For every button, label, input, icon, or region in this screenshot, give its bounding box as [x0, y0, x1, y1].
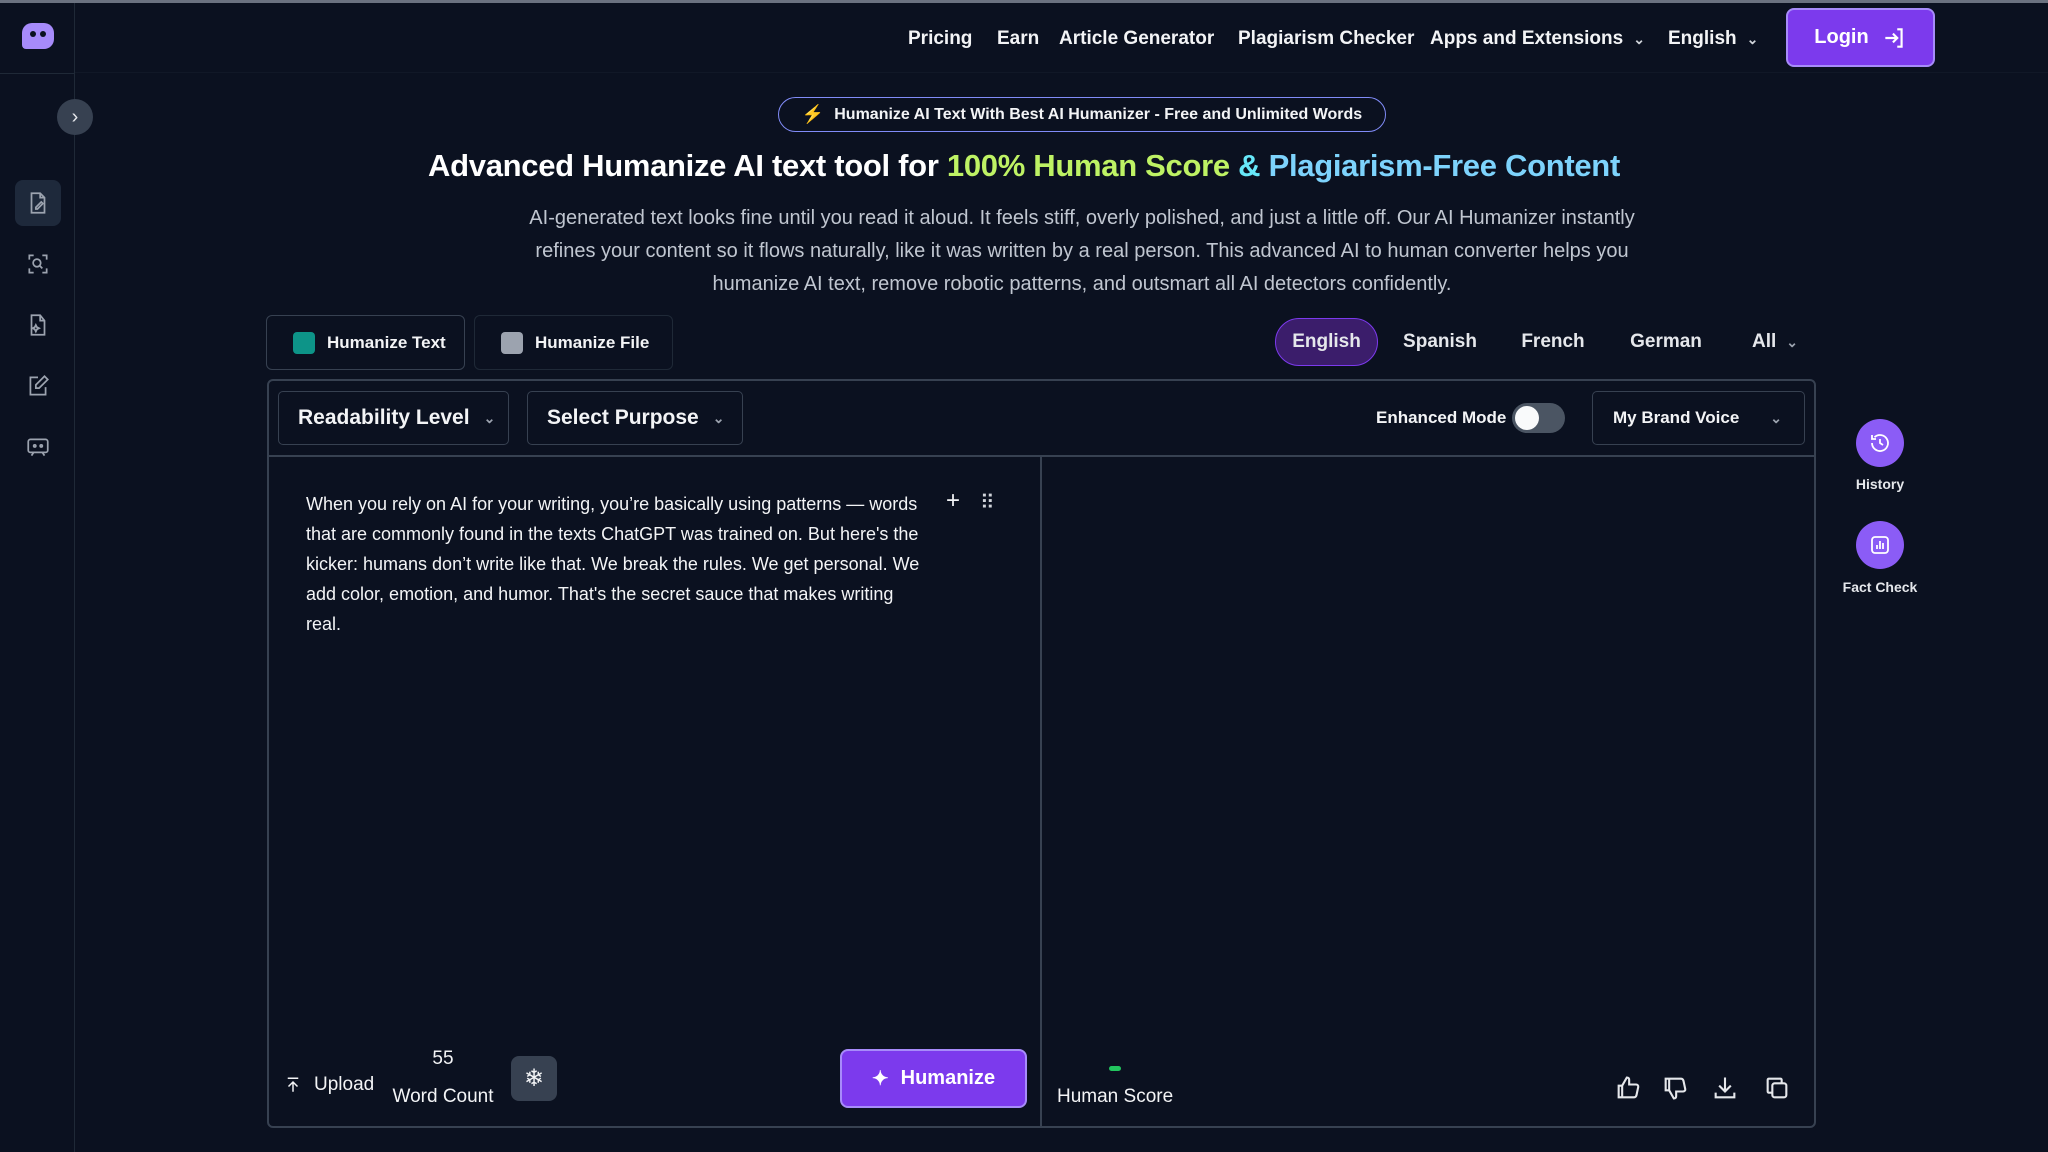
history-label: History	[1855, 476, 1905, 492]
chevron-right-icon: ›	[71, 105, 79, 128]
lang-all-label: All	[1751, 331, 1777, 352]
page-title-highlight-human-score: 100% Human Score	[946, 148, 1230, 183]
promo-pill-text: Humanize AI Text With Best AI Humanizer …	[834, 105, 1363, 123]
tab-humanize-file-label: Humanize File	[535, 332, 650, 352]
editor-split-divider	[1040, 457, 1042, 1126]
lang-german[interactable]: German	[1620, 318, 1712, 366]
history-button[interactable]	[1856, 419, 1904, 467]
copy-icon[interactable]	[1763, 1074, 1791, 1102]
brand-voice-label: My Brand Voice	[1613, 408, 1740, 427]
lang-all-dropdown[interactable]: All ⌄	[1735, 318, 1815, 366]
word-count-label: Word Count	[392, 1086, 494, 1107]
login-button[interactable]: Login	[1786, 8, 1935, 67]
fact-check-button[interactable]	[1856, 521, 1904, 569]
chevron-down-icon: ⌄	[1770, 409, 1782, 426]
history-icon	[1871, 434, 1889, 452]
chevron-down-icon: ⌄	[1746, 31, 1759, 47]
nav-earn[interactable]: Earn	[997, 28, 1039, 50]
upload-icon	[287, 1077, 299, 1092]
lang-spanish[interactable]: Spanish	[1395, 318, 1485, 366]
scan-search-icon[interactable]	[15, 241, 61, 287]
sidebar-expand-button[interactable]: ›	[57, 99, 93, 135]
lightning-icon: ⚡	[801, 104, 825, 124]
top-accent-line	[0, 0, 2048, 3]
page-title-highlight-plagiarism: Plagiarism-Free Content	[1268, 148, 1621, 183]
nav-apps-extensions-label: Apps and Extensions	[1430, 28, 1624, 49]
chevron-down-icon: ⌄	[483, 409, 496, 426]
upload-button[interactable]: Upload	[284, 1074, 374, 1096]
pencil-note-icon[interactable]	[15, 363, 61, 409]
sidebar-divider	[0, 73, 75, 74]
drag-handle-icon[interactable]: ⠿	[980, 490, 995, 515]
lang-english[interactable]: English	[1275, 318, 1378, 366]
download-icon[interactable]	[1711, 1074, 1739, 1102]
document-edit-icon[interactable]	[15, 180, 61, 226]
sparkle-icon: ✦	[871, 1068, 889, 1090]
input-textarea[interactable]: When you rely on AI for your writing, yo…	[306, 489, 926, 639]
page-title: Advanced Humanize AI text tool for 100% …	[0, 148, 2048, 184]
readability-level-label: Readability Level	[298, 406, 470, 429]
nav-language-label: English	[1668, 28, 1737, 49]
nav-pricing[interactable]: Pricing	[908, 28, 972, 50]
freeze-words-button[interactable]: ❄	[511, 1056, 557, 1101]
header-divider	[75, 72, 2048, 73]
nav-plagiarism-checker[interactable]: Plagiarism Checker	[1238, 28, 1414, 50]
file-upload-icon	[501, 331, 523, 354]
plus-icon[interactable]: +	[946, 487, 960, 515]
tab-humanize-text[interactable]: Humanize Text	[266, 315, 465, 370]
app-logo[interactable]	[22, 23, 54, 49]
nav-article-generator[interactable]: Article Generator	[1059, 28, 1214, 50]
file-ai-icon[interactable]	[15, 302, 61, 348]
brand-voice-dropdown[interactable]: My Brand Voice ⌄	[1592, 391, 1805, 445]
tab-humanize-file[interactable]: Humanize File	[474, 315, 673, 370]
chat-bot-icon[interactable]	[15, 424, 61, 470]
word-count-value: 55	[432, 1048, 454, 1069]
thumbs-up-icon[interactable]	[1614, 1074, 1642, 1102]
select-purpose-label: Select Purpose	[547, 406, 699, 429]
enhanced-mode-toggle[interactable]	[1512, 403, 1565, 433]
page-title-prefix: Advanced Humanize AI text tool for	[428, 148, 947, 183]
enhanced-mode-label: Enhanced Mode	[1376, 408, 1507, 427]
login-label: Login	[1814, 26, 1869, 48]
tab-humanize-text-label: Humanize Text	[327, 332, 446, 352]
lang-french[interactable]: French	[1505, 318, 1601, 366]
upload-label: Upload	[314, 1074, 375, 1095]
nav-apps-extensions[interactable]: Apps and Extensions ⌄	[1430, 28, 1645, 50]
promo-pill: ⚡ Humanize AI Text With Best AI Humanize…	[778, 97, 1386, 132]
select-purpose-dropdown[interactable]: Select Purpose ⌄	[527, 391, 743, 445]
bar-chart-icon	[1871, 536, 1889, 554]
snowflake-icon: ❄	[523, 1065, 545, 1092]
nav-language-select[interactable]: English ⌄	[1668, 28, 1758, 50]
human-score-label: Human Score	[1057, 1086, 1174, 1107]
chevron-down-icon: ⌄	[1633, 31, 1645, 47]
text-doc-icon	[293, 331, 315, 354]
human-score-indicator	[1109, 1066, 1121, 1071]
fact-check-label: Fact Check	[1842, 579, 1918, 595]
readability-level-dropdown[interactable]: Readability Level ⌄	[278, 391, 509, 445]
thumbs-down-icon[interactable]	[1661, 1074, 1689, 1102]
chevron-down-icon: ⌄	[1786, 333, 1798, 350]
humanize-button[interactable]: ✦ Humanize	[840, 1049, 1027, 1108]
hero-description: AI-generated text looks fine until you r…	[529, 207, 1635, 295]
humanize-label: Humanize	[900, 1067, 996, 1089]
login-arrow-icon	[1885, 27, 1903, 48]
chevron-down-icon: ⌄	[712, 409, 725, 426]
page-title-ampersand: &	[1229, 148, 1269, 183]
